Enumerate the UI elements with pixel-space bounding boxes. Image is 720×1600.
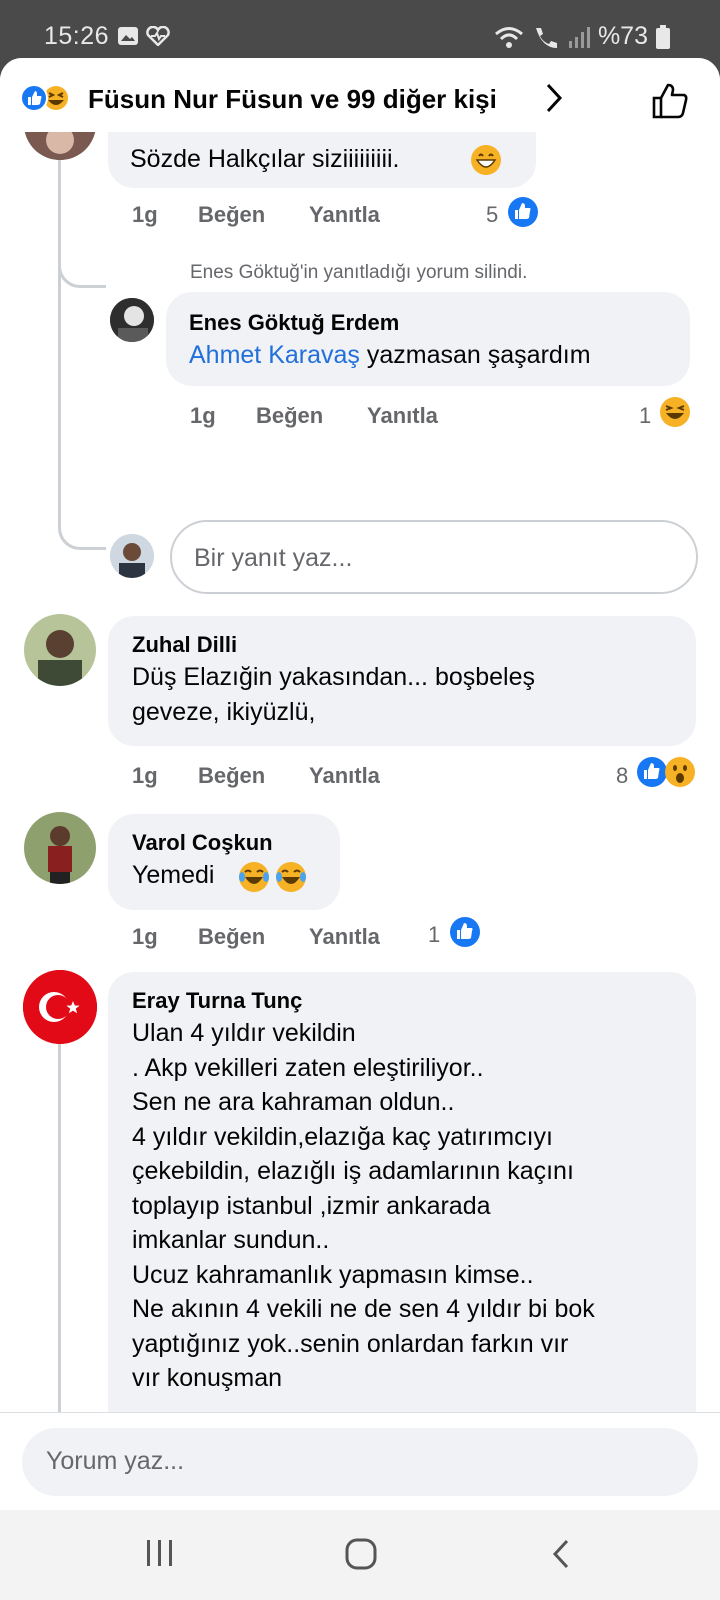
status-right: %73 [494, 22, 670, 51]
thread-branch [58, 282, 106, 550]
like-icon[interactable] [651, 82, 689, 120]
status-time: 15:26 [44, 22, 110, 50]
comment-author[interactable]: Eray Turna Tunç [132, 988, 302, 1014]
reactions-title[interactable]: Füsun Nur Füsun ve 99 diğer kişi [88, 84, 497, 115]
comment-text: Düş Elazığin yakasından... boşbeleş geve… [132, 663, 536, 726]
reaction-count[interactable]: 8 [616, 763, 628, 789]
battery-icon [656, 24, 670, 49]
reply-button[interactable]: Yanıtla [309, 924, 380, 950]
signal-icon [568, 26, 590, 48]
comment-text: Ulan 4 yıldır vekildin . Akp vekilleri z… [132, 1019, 595, 1392]
gallery-icon [118, 27, 138, 45]
reply-button[interactable]: Yanıtla [309, 202, 380, 228]
mention-link[interactable]: Ahmet Karavaş [189, 341, 360, 369]
reaction-count[interactable]: 5 [486, 202, 498, 228]
back-icon[interactable] [550, 1538, 572, 1570]
chevron-right-icon[interactable] [544, 82, 564, 114]
comment-age: 1g [190, 403, 216, 428]
comment-age: 1g [132, 202, 158, 227]
sheet-header: Füsun Nur Füsun ve 99 diğer kişi [0, 58, 720, 132]
comment-age: 1g [132, 763, 158, 788]
like-button[interactable]: Beğen [256, 403, 323, 429]
avatar[interactable] [24, 614, 96, 686]
my-avatar [110, 534, 154, 578]
call-icon [535, 27, 557, 48]
system-nav-bar [0, 1510, 720, 1600]
avatar[interactable] [23, 970, 97, 1044]
comments-list: Sözde Halkçılar siziiiiiiiii. 1g Beğen Y… [0, 132, 720, 1470]
thread-line [58, 1042, 61, 1470]
reaction-count[interactable]: 1 [428, 922, 440, 948]
status-bar: 15:26 %73 [0, 0, 720, 58]
comment-age: 1g [132, 924, 158, 949]
turkish-flag-icon [23, 970, 97, 1044]
avatar[interactable] [24, 132, 96, 160]
avatar[interactable] [24, 812, 96, 884]
reaction-summary-icons[interactable] [20, 84, 78, 112]
recent-apps-icon[interactable] [144, 1538, 176, 1568]
wifi-icon [494, 26, 523, 48]
health-icon [146, 26, 170, 46]
comment-text: Ahmet Karavaş yazmasan şaşardım [189, 341, 591, 369]
reply-placeholder: Bir yanıt yaz... [194, 544, 353, 572]
like-reaction-icon [508, 197, 538, 227]
grin-emoji-icon [471, 145, 501, 175]
comments-sheet: Füsun Nur Füsun ve 99 diğer kişi Sözde H… [0, 58, 720, 1510]
comment-author[interactable]: Enes Göktuğ Erdem [189, 310, 399, 336]
comment-input[interactable]: Yorum yaz... [22, 1428, 698, 1496]
avatar[interactable] [110, 298, 154, 342]
like-reaction-icon [450, 917, 480, 947]
battery-percent: %73 [597, 22, 648, 50]
comment-composer-bar: Yorum yaz... [0, 1412, 720, 1510]
divider [0, 1412, 720, 1413]
reply-input[interactable]: Bir yanıt yaz... [170, 520, 698, 594]
reply-button[interactable]: Yanıtla [309, 763, 380, 789]
comment-text: Sözde Halkçılar siziiiiiiiii. [130, 145, 400, 173]
comment-author[interactable]: Zuhal Dilli [132, 632, 237, 658]
like-button[interactable]: Beğen [198, 924, 265, 950]
like-button[interactable]: Beğen [198, 202, 265, 228]
comment-placeholder: Yorum yaz... [46, 1447, 185, 1475]
laugh-tears-emoji-icon [239, 862, 269, 892]
laugh-reaction-icon [660, 397, 690, 427]
home-icon[interactable] [344, 1538, 378, 1572]
comment-text: Yemedi [132, 861, 215, 889]
like-button[interactable]: Beğen [198, 763, 265, 789]
laugh-tears-emoji-icon [276, 862, 306, 892]
deleted-comment-note: Enes Göktuğ'in yanıtladığı yorum silindi… [190, 262, 528, 283]
reply-button[interactable]: Yanıtla [367, 403, 438, 429]
comment-author[interactable]: Varol Coşkun [132, 830, 273, 856]
wow-reaction-icon [665, 757, 695, 787]
thread-branch [58, 232, 106, 288]
reaction-count[interactable]: 1 [639, 403, 651, 429]
